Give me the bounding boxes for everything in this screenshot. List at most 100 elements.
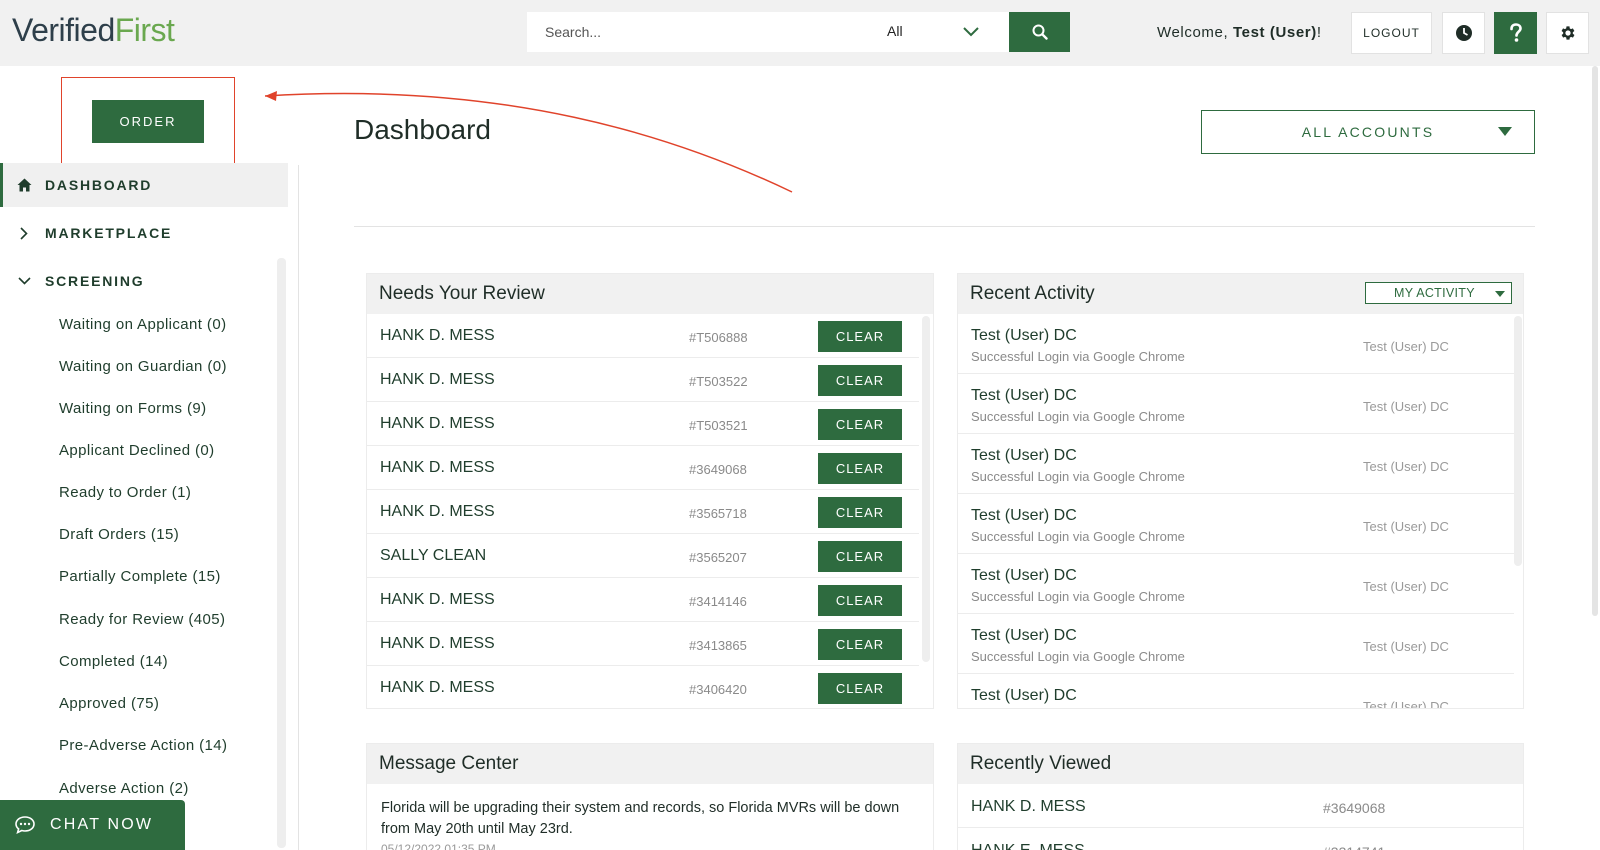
applicant-name[interactable]: HANK D. MESS (380, 371, 495, 389)
sidebar-item-waiting-on-guardian[interactable]: Waiting on Guardian (0) (59, 358, 227, 375)
message-center-panel: Message Center Florida will be upgrading… (366, 743, 934, 850)
applicant-name[interactable]: HANK D. MESS (380, 327, 495, 345)
clear-button[interactable]: CLEAR (818, 453, 902, 484)
clear-button[interactable]: CLEAR (818, 541, 902, 572)
applicant-name[interactable]: HANK D. MESS (380, 591, 495, 609)
list-item: Test (User) DC Successful Login via Goog… (958, 494, 1514, 554)
list-item: Test (User) DC Successful Login via Goog… (958, 614, 1514, 674)
activity-user: Test (User) DC (1363, 699, 1449, 709)
message-center-title: Message Center (367, 744, 933, 784)
clear-button[interactable]: CLEAR (818, 365, 902, 396)
title-divider (354, 226, 1535, 227)
applicant-name[interactable]: HANK D. MESS (380, 415, 495, 433)
search-scope-value: All (887, 23, 903, 39)
chevron-right-icon (20, 226, 28, 240)
nav-marketplace[interactable]: MARKETPLACE (0, 211, 288, 255)
applicant-name[interactable]: SALLY CLEAN (380, 547, 486, 565)
nav-dashboard[interactable]: DASHBOARD (0, 163, 288, 207)
home-icon (17, 178, 31, 192)
nav-screening[interactable]: SCREENING (0, 259, 288, 303)
clear-button[interactable]: CLEAR (818, 497, 902, 528)
search-scope-select[interactable]: All (887, 12, 1010, 52)
order-id: #3565718 (689, 506, 747, 521)
help-icon (1509, 23, 1522, 42)
order-id: #T503521 (689, 418, 748, 433)
sidebar-item-applicant-declined[interactable]: Applicant Declined (0) (59, 442, 215, 459)
activity-description: Successful Login via Google Chrome (971, 469, 1185, 484)
recently-viewed-panel: Recently Viewed HANK D. MESS #3649068 HA… (957, 743, 1524, 850)
recent-applicant-name[interactable]: HANK E. MESS (971, 842, 1085, 850)
table-row: HANK D. MESS #3413865 CLEAR (367, 622, 919, 666)
order-button[interactable]: ORDER (92, 100, 204, 143)
order-id: #T503522 (689, 374, 748, 389)
my-activity-select[interactable]: MY ACTIVITY (1365, 282, 1512, 304)
recent-order-id: #3314741 (1323, 844, 1385, 850)
clear-button[interactable]: CLEAR (818, 673, 902, 704)
sidebar-item-completed[interactable]: Completed (14) (59, 653, 168, 670)
order-id: #3649068 (689, 462, 747, 477)
recent-applicant-name[interactable]: HANK D. MESS (971, 798, 1086, 816)
list-item: Test (User) DC Successful Login via Goog… (958, 314, 1514, 374)
search-input[interactable] (527, 12, 867, 52)
table-row: HANK D. MESS #3414146 CLEAR (367, 578, 919, 622)
needs-review-panel: Needs Your Review HANK D. MESS #T506888 … (366, 273, 934, 709)
recent-activity-list: Test (User) DC Successful Login via Goog… (958, 314, 1523, 709)
sidebar-item-draft-orders[interactable]: Draft Orders (15) (59, 526, 179, 543)
settings-button[interactable] (1546, 12, 1589, 54)
sidebar-item-ready-to-order[interactable]: Ready to Order (1) (59, 484, 191, 501)
applicant-name[interactable]: HANK D. MESS (380, 635, 495, 653)
clear-button[interactable]: CLEAR (818, 321, 902, 352)
sidebar-item-waiting-on-forms[interactable]: Waiting on Forms (9) (59, 400, 206, 417)
clear-button[interactable]: CLEAR (818, 409, 902, 440)
order-id: #3406420 (689, 682, 747, 697)
history-button[interactable] (1442, 12, 1485, 54)
sidebar-item-adverse-action[interactable]: Adverse Action (2) (59, 780, 189, 797)
sidebar-scrollbar[interactable] (277, 258, 286, 848)
applicant-name[interactable]: HANK D. MESS (380, 503, 495, 521)
activity-description: Successful Login via Google Chrome (971, 649, 1185, 664)
order-id: #3414146 (689, 594, 747, 609)
table-row: HANK D. MESS #T503521 CLEAR (367, 402, 919, 446)
message-text: Florida will be upgrading their system a… (381, 800, 900, 837)
annotation-arrow (264, 91, 793, 193)
welcome-user-name: Test (User) (1232, 24, 1317, 41)
table-row: SALLY CLEAN #3565207 CLEAR (367, 534, 919, 578)
recent-activity-header: Recent Activity MY ACTIVITY (958, 274, 1523, 314)
applicant-name[interactable]: HANK D. MESS (380, 459, 495, 477)
activity-user: Test (User) DC (1363, 519, 1449, 534)
help-button[interactable] (1494, 12, 1537, 54)
chevron-down-icon (963, 27, 979, 37)
clock-icon (1455, 25, 1472, 41)
clear-button[interactable]: CLEAR (818, 585, 902, 616)
page-scrollbar[interactable] (1592, 66, 1598, 616)
sidebar-item-waiting-on-applicant[interactable]: Waiting on Applicant (0) (59, 316, 226, 333)
activity-name: Test (User) DC (971, 567, 1077, 584)
sidebar-divider (298, 165, 299, 850)
chevron-down-icon (17, 277, 31, 285)
top-header: VerifiedFirst All Welcome, Test (User)! … (0, 0, 1600, 66)
sidebar-item-approved[interactable]: Approved (75) (59, 695, 159, 712)
needs-review-scrollbar[interactable] (922, 316, 930, 662)
search-button[interactable] (1009, 12, 1070, 52)
sidebar-item-partially-complete[interactable]: Partially Complete (15) (59, 568, 221, 585)
chat-now-button[interactable]: CHAT NOW (0, 800, 185, 850)
clear-button[interactable]: CLEAR (818, 629, 902, 660)
my-activity-label: MY ACTIVITY (1394, 286, 1475, 300)
recent-order-id: #3649068 (1323, 800, 1386, 816)
sidebar-item-pre-adverse-action[interactable]: Pre-Adverse Action (14) (59, 737, 227, 754)
chat-bubble-icon (15, 816, 35, 834)
logo-text-verified: Verified (12, 12, 115, 48)
logout-button[interactable]: LOGOUT (1351, 12, 1432, 54)
list-item: Test (User) DC Successful Login via Goog… (958, 434, 1514, 494)
needs-review-list: HANK D. MESS #T506888 CLEAR HANK D. MESS… (367, 314, 933, 708)
sidebar-item-ready-for-review[interactable]: Ready for Review (405) (59, 611, 225, 628)
page-title: Dashboard (354, 114, 491, 145)
all-accounts-select[interactable]: ALL ACCOUNTS (1201, 110, 1535, 154)
caret-down-icon (1498, 127, 1512, 136)
recent-activity-scrollbar[interactable] (1514, 316, 1522, 566)
order-id: #3413865 (689, 638, 747, 653)
table-row: HANK D. MESS #3406420 CLEAR (367, 666, 919, 708)
list-item: Test (User) DC Successful Login via Goog… (958, 554, 1514, 614)
applicant-name[interactable]: HANK D. MESS (380, 679, 495, 697)
verified-first-logo[interactable]: VerifiedFirst (12, 12, 175, 49)
